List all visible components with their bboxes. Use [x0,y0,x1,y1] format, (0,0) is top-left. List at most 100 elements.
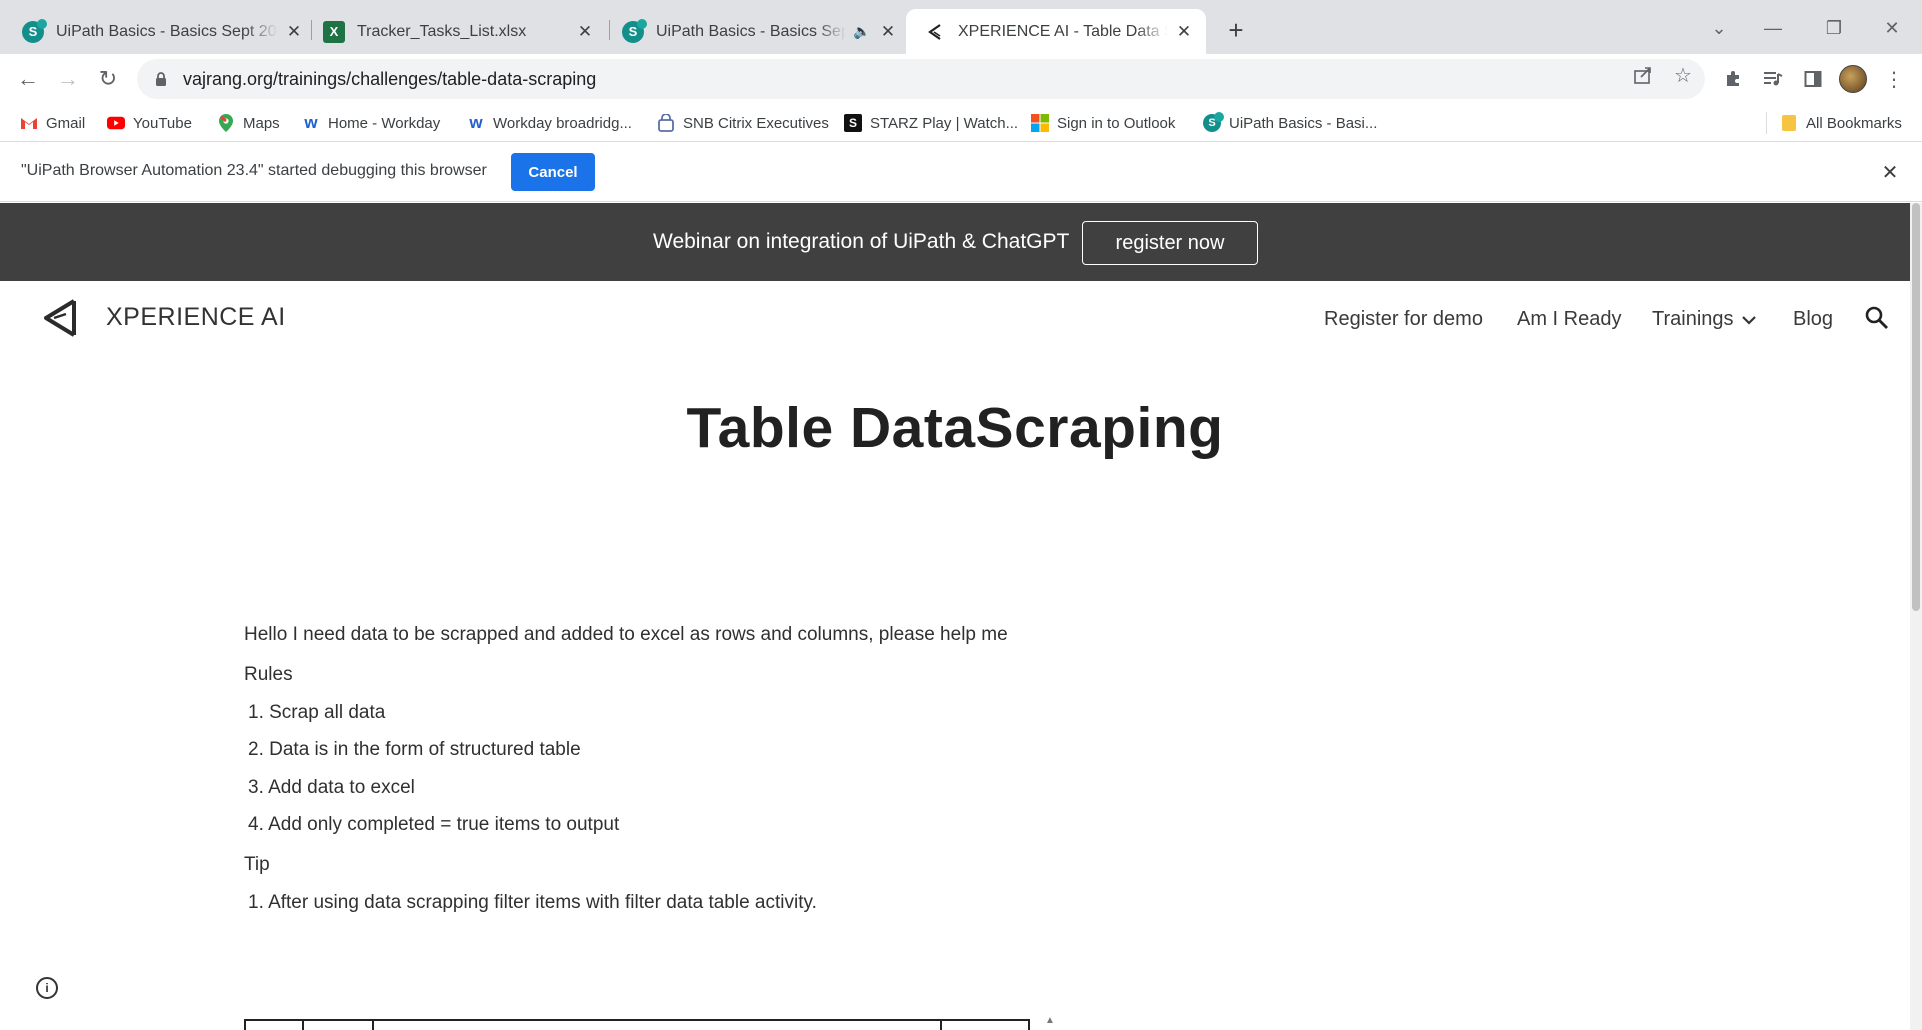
bookmark-label: Maps [243,114,280,132]
bookmark-maps[interactable]: Maps [217,112,280,134]
tip-heading: Tip [244,854,270,875]
rule-text: Data is in the form of structured table [269,739,581,760]
tip-text: After using data scrapping filter items … [268,892,817,913]
bookmark-label: Workday broadridg... [493,114,632,132]
tip-item: 1. After using data scrapping filter ite… [248,892,817,913]
bookmark-youtube[interactable]: YouTube [107,112,192,134]
bookmark-home-workday[interactable]: w Home - Workday [302,112,440,134]
tab-tracker-xlsx[interactable]: X Tracker_Tasks_List.xlsx ✕ [323,9,595,54]
info-icon[interactable]: i [36,977,58,999]
sharepoint-icon: S [22,18,47,43]
bookmark-uipath-basics[interactable]: S UiPath Basics - Basi... [1203,112,1377,134]
bookmark-outlook[interactable]: Sign in to Outlook [1031,112,1175,134]
page-scrollbar[interactable] [1910,203,1922,1030]
tab-title: UiPath Basics - Basics Sept 2023 [656,22,846,40]
table-column-divider [372,1021,374,1030]
microsoft-icon [1031,114,1049,132]
bookmark-gmail[interactable]: Gmail [20,112,85,134]
page-title: Table DataScraping [686,396,1224,460]
workday-icon: w [304,113,318,132]
media-control-icon[interactable] [1757,63,1789,95]
close-infobar-icon[interactable]: ✕ [1878,160,1902,184]
tab-separator [609,20,610,40]
nav-am-i-ready[interactable]: Am I Ready [1517,308,1621,331]
bookmarks-bar: Gmail YouTube Maps w Home - Workday w Wo… [0,104,1922,142]
tab-uipath-basics-1[interactable]: S UiPath Basics - Basics Sept 2023 ✕ [22,9,304,54]
minimize-icon[interactable]: — [1757,12,1789,44]
table-scroll-up-icon[interactable]: ▲ [1040,1015,1060,1030]
profile-avatar[interactable] [1839,65,1867,93]
sharepoint-icon: S [622,18,647,43]
maps-icon [217,114,235,132]
close-window-icon[interactable]: ✕ [1876,12,1908,44]
url-text[interactable]: vajrang.org/trainings/challenges/table-d… [183,69,596,90]
browser-toolbar: ← → ↻ vajrang.org/trainings/challenges/t… [0,54,1922,104]
nav-blog[interactable]: Blog [1793,308,1833,331]
webinar-banner: Webinar on integration of UiPath & ChatG… [0,203,1910,281]
tab-uipath-basics-2[interactable]: S UiPath Basics - Basics Sept 2023 🔈 ✕ [622,9,898,54]
infobar-message: "UiPath Browser Automation 23.4" started… [21,162,487,179]
address-bar[interactable]: vajrang.org/trainings/challenges/table-d… [137,59,1705,99]
bookmark-label: Gmail [46,114,86,132]
chevron-down-icon [1741,315,1756,325]
brand-name[interactable]: XPERIENCE AI [106,303,286,332]
bookmark-label: STARZ Play | Watch... [870,114,1019,132]
bookmark-label: YouTube [133,114,192,132]
tab-title: XPERIENCE AI - Table Data Scraping [958,22,1168,40]
close-tab-icon[interactable]: ✕ [878,22,898,42]
rule-text: Scrap all data [269,702,386,723]
bookmark-label: UiPath Basics - Basi... [1229,114,1378,132]
browser-window: S UiPath Basics - Basics Sept 2023 ✕ X T… [0,0,1922,1030]
data-table [244,1019,1030,1030]
rules-heading: Rules [244,664,293,685]
starz-icon: S [844,114,862,132]
bookmark-workday-broadridge[interactable]: w Workday broadridg... [467,112,632,134]
page-viewport: Webinar on integration of UiPath & ChatG… [0,203,1922,1030]
tab-title: UiPath Basics - Basics Sept 2023 [56,22,278,40]
restore-icon[interactable]: ❐ [1818,12,1850,44]
close-tab-icon[interactable]: ✕ [284,22,304,42]
back-icon[interactable]: ← [12,63,44,95]
share-icon[interactable] [1631,63,1655,87]
forward-icon[interactable]: → [52,63,84,95]
gmail-icon [20,114,38,132]
bookmark-snb-citrix[interactable]: SNB Citrix Executives [657,112,829,134]
extensions-icon[interactable] [1717,63,1749,95]
menu-kebab-icon[interactable]: ⋮ [1878,63,1910,95]
bookmark-star-icon[interactable]: ☆ [1671,63,1695,87]
close-tab-icon[interactable]: ✕ [575,22,595,42]
youtube-icon [107,114,125,132]
lock-icon[interactable] [153,71,169,87]
cancel-button[interactable]: Cancel [511,153,595,191]
workday-icon: w [469,113,483,132]
side-panel-icon[interactable] [1797,63,1829,95]
register-now-button[interactable]: register now [1082,221,1258,265]
bookmark-label: Sign in to Outlook [1057,114,1176,132]
bookmark-starz-play[interactable]: S STARZ Play | Watch... [844,112,1018,134]
rule-item: 3. Add data to excel [248,777,415,798]
rule-text: Add only completed = true items to outpu… [268,814,620,835]
rule-item: 4. Add only completed = true items to ou… [248,814,620,835]
table-column-divider [940,1021,942,1030]
banner-text: Webinar on integration of UiPath & ChatG… [653,230,1070,253]
new-tab-icon[interactable]: + [1222,15,1250,45]
speaker-icon[interactable]: 🔈 [852,22,872,42]
nav-trainings-label: Trainings [1652,308,1734,330]
tab-xperience-ai[interactable]: XPERIENCE AI - Table Data Scraping ✕ [906,9,1206,54]
bookmark-label: Home - Workday [328,114,441,132]
rule-text: Add data to excel [268,777,415,798]
all-bookmarks[interactable]: All Bookmarks [1780,112,1902,134]
xperience-logo[interactable] [40,297,80,339]
tab-search-icon[interactable]: ⌄ [1703,12,1735,44]
tab-strip: S UiPath Basics - Basics Sept 2023 ✕ X T… [0,0,1922,54]
close-tab-icon[interactable]: ✕ [1174,22,1194,42]
all-bookmarks-label: All Bookmarks [1806,114,1902,132]
nav-register-demo[interactable]: Register for demo [1324,308,1483,331]
reload-icon[interactable]: ↻ [92,63,124,95]
debugging-infobar: "UiPath Browser Automation 23.4" started… [0,143,1922,202]
search-icon[interactable] [1864,305,1890,331]
citrix-icon [657,114,675,132]
scrollbar-thumb[interactable] [1912,203,1920,611]
rule-item: 2. Data is in the form of structured tab… [248,739,581,760]
nav-trainings[interactable]: Trainings [1652,308,1756,331]
